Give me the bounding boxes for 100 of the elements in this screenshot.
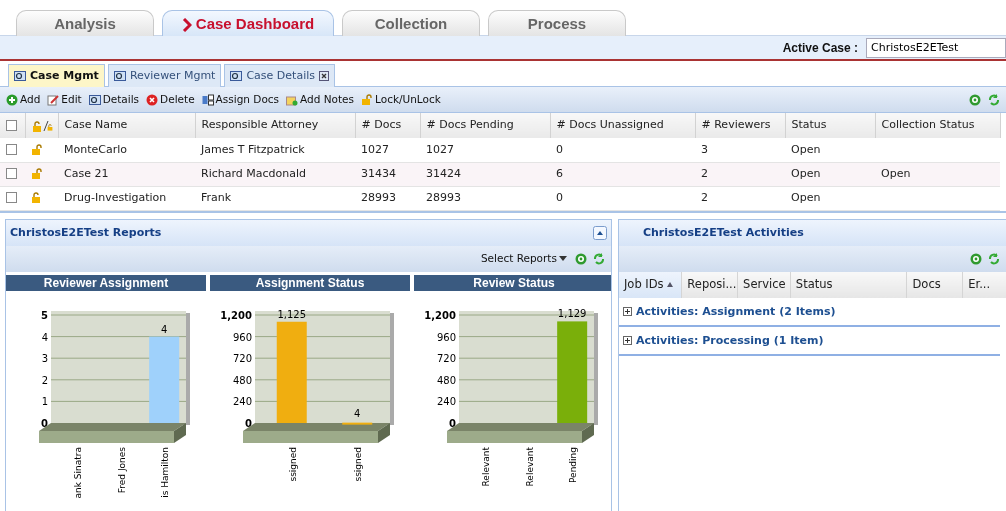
add-icon xyxy=(6,93,18,106)
help-button[interactable] xyxy=(967,93,983,106)
table-cell: 28993 xyxy=(361,190,396,204)
active-case-field[interactable]: ChristosE2ETest xyxy=(866,37,1006,58)
column-header[interactable]: Collection Status xyxy=(875,113,1000,138)
toolbar-button[interactable]: Lock/UnLock xyxy=(359,91,443,108)
edit-icon xyxy=(47,93,60,106)
window-icon xyxy=(230,70,243,82)
axis-tick-label: 1,200 xyxy=(220,309,252,321)
axis-tick-label: 960 xyxy=(232,331,252,343)
tab[interactable]: Analysis xyxy=(16,10,154,36)
table-cell: 2 xyxy=(701,166,708,180)
chart-title: Assignment Status xyxy=(210,274,410,291)
toolbar-button[interactable]: Assign Docs xyxy=(199,91,282,108)
caret-icon xyxy=(558,255,567,262)
axis-tick-label: 0 xyxy=(245,417,252,429)
close-icon xyxy=(319,71,329,81)
table-cell: Open xyxy=(791,190,821,204)
table-cell: 6 xyxy=(556,166,563,180)
data-label: 4 xyxy=(161,323,168,335)
table-cell: Open xyxy=(791,166,821,180)
table-cell: 0 xyxy=(556,190,563,204)
toolbar-button[interactable]: Add xyxy=(4,91,43,108)
tab[interactable]: Case Dashboard xyxy=(162,10,334,36)
axis-tick-label: 0 xyxy=(41,417,48,429)
column-header[interactable]: # Docs xyxy=(355,113,420,138)
axis-category-label: Fred Jones xyxy=(116,446,127,493)
axis-tick-label: 5 xyxy=(41,309,48,321)
panel-title: ChristosE2ETest Reports xyxy=(10,226,162,239)
column-header[interactable]: # Reviewers xyxy=(695,113,785,138)
tab[interactable]: Process xyxy=(488,10,626,36)
axis-tick-label: 960 xyxy=(436,331,456,343)
data-label: 1,129 xyxy=(557,307,587,319)
chevron-icon xyxy=(181,18,192,33)
window-icon xyxy=(14,70,26,82)
toolbar-button[interactable]: Add Notes xyxy=(284,91,357,108)
toolbar-button[interactable]: Edit xyxy=(45,91,84,108)
tab[interactable]: Collection xyxy=(342,10,480,36)
group-row[interactable]: Activities: Assignment (2 Items) xyxy=(618,297,1000,327)
table-cell: Open xyxy=(881,166,911,180)
refresh-button[interactable] xyxy=(986,93,1002,106)
tab[interactable]: Reviewer Mgmt xyxy=(107,64,222,87)
table-cell: Richard Macdonald xyxy=(201,166,306,180)
axis-category-label: Relevant xyxy=(524,446,535,486)
tab[interactable]: Case Mgmt xyxy=(8,64,105,87)
column-header[interactable]: Status xyxy=(785,113,875,138)
column-header[interactable]: Job IDs xyxy=(618,271,682,298)
collapse-button[interactable] xyxy=(592,225,607,240)
toolbar-button[interactable]: Delete xyxy=(144,91,197,108)
toolbar-button[interactable]: Details xyxy=(86,91,142,108)
table-cell: 3 xyxy=(701,142,708,156)
sort-icon xyxy=(666,281,673,287)
axis-tick-label: 480 xyxy=(232,374,252,386)
row-checkbox[interactable] xyxy=(6,168,17,180)
axis-tick-label: 0 xyxy=(449,417,456,429)
table-cell: Open xyxy=(791,142,821,156)
column-header[interactable]: Status xyxy=(790,271,907,298)
axis-category-label: ssigned xyxy=(353,446,364,482)
group-row[interactable]: Activities: Processing (1 Item) xyxy=(618,326,1000,356)
axis-tick-label: 2 xyxy=(41,374,48,386)
field-label: Active Case : xyxy=(782,40,858,55)
axis-tick-label: 4 xyxy=(41,331,48,343)
axis-category-label: Pending xyxy=(568,446,579,483)
column-header[interactable]: Case Name xyxy=(58,113,195,138)
table-cell: 0 xyxy=(556,142,563,156)
refresh-icon xyxy=(592,252,605,265)
lock-icon xyxy=(361,93,374,106)
select-all-checkbox[interactable] xyxy=(6,119,17,131)
row-checkbox[interactable] xyxy=(6,192,17,204)
tab[interactable]: Case Details xyxy=(224,64,335,87)
refresh-icon xyxy=(988,252,1000,265)
column-header[interactable]: # Docs Pending xyxy=(420,113,550,138)
axis-tick-label: 720 xyxy=(436,352,456,364)
notes-icon xyxy=(286,93,299,106)
table-cell: 1027 xyxy=(426,142,454,156)
table-cell: 31424 xyxy=(426,166,461,180)
data-label: 4 xyxy=(354,407,361,419)
data-label: 1,125 xyxy=(277,308,307,320)
axis-category-label: is Hamilton xyxy=(160,446,171,498)
axis-tick-label: 240 xyxy=(436,395,456,407)
table-cell: Frank xyxy=(201,190,232,204)
axis-tick-label: 1 xyxy=(41,395,48,407)
lock-icon xyxy=(31,118,54,133)
table-cell: MonteCarlo xyxy=(64,142,127,156)
table-cell: 2 xyxy=(701,190,708,204)
window-icon xyxy=(113,70,126,82)
column-header[interactable]: # Docs Unassigned xyxy=(550,113,695,138)
bar xyxy=(342,422,373,425)
table-cell: Case 21 xyxy=(64,166,109,180)
panel-title: ChristosE2ETest Activities xyxy=(642,226,804,239)
axis-tick-label: 240 xyxy=(232,395,252,407)
axis-tick-label: 3 xyxy=(41,352,48,364)
table-cell: 28993 xyxy=(426,190,461,204)
documents-icon xyxy=(201,93,214,106)
row-checkbox[interactable] xyxy=(6,144,17,155)
axis-category-label: Relevant xyxy=(480,446,491,486)
help-icon xyxy=(970,252,982,265)
chart-title: Review Status xyxy=(414,274,611,291)
select-reports-dropdown[interactable]: Select Reports xyxy=(478,250,569,267)
column-header[interactable]: Responsible Attorney xyxy=(195,113,355,138)
